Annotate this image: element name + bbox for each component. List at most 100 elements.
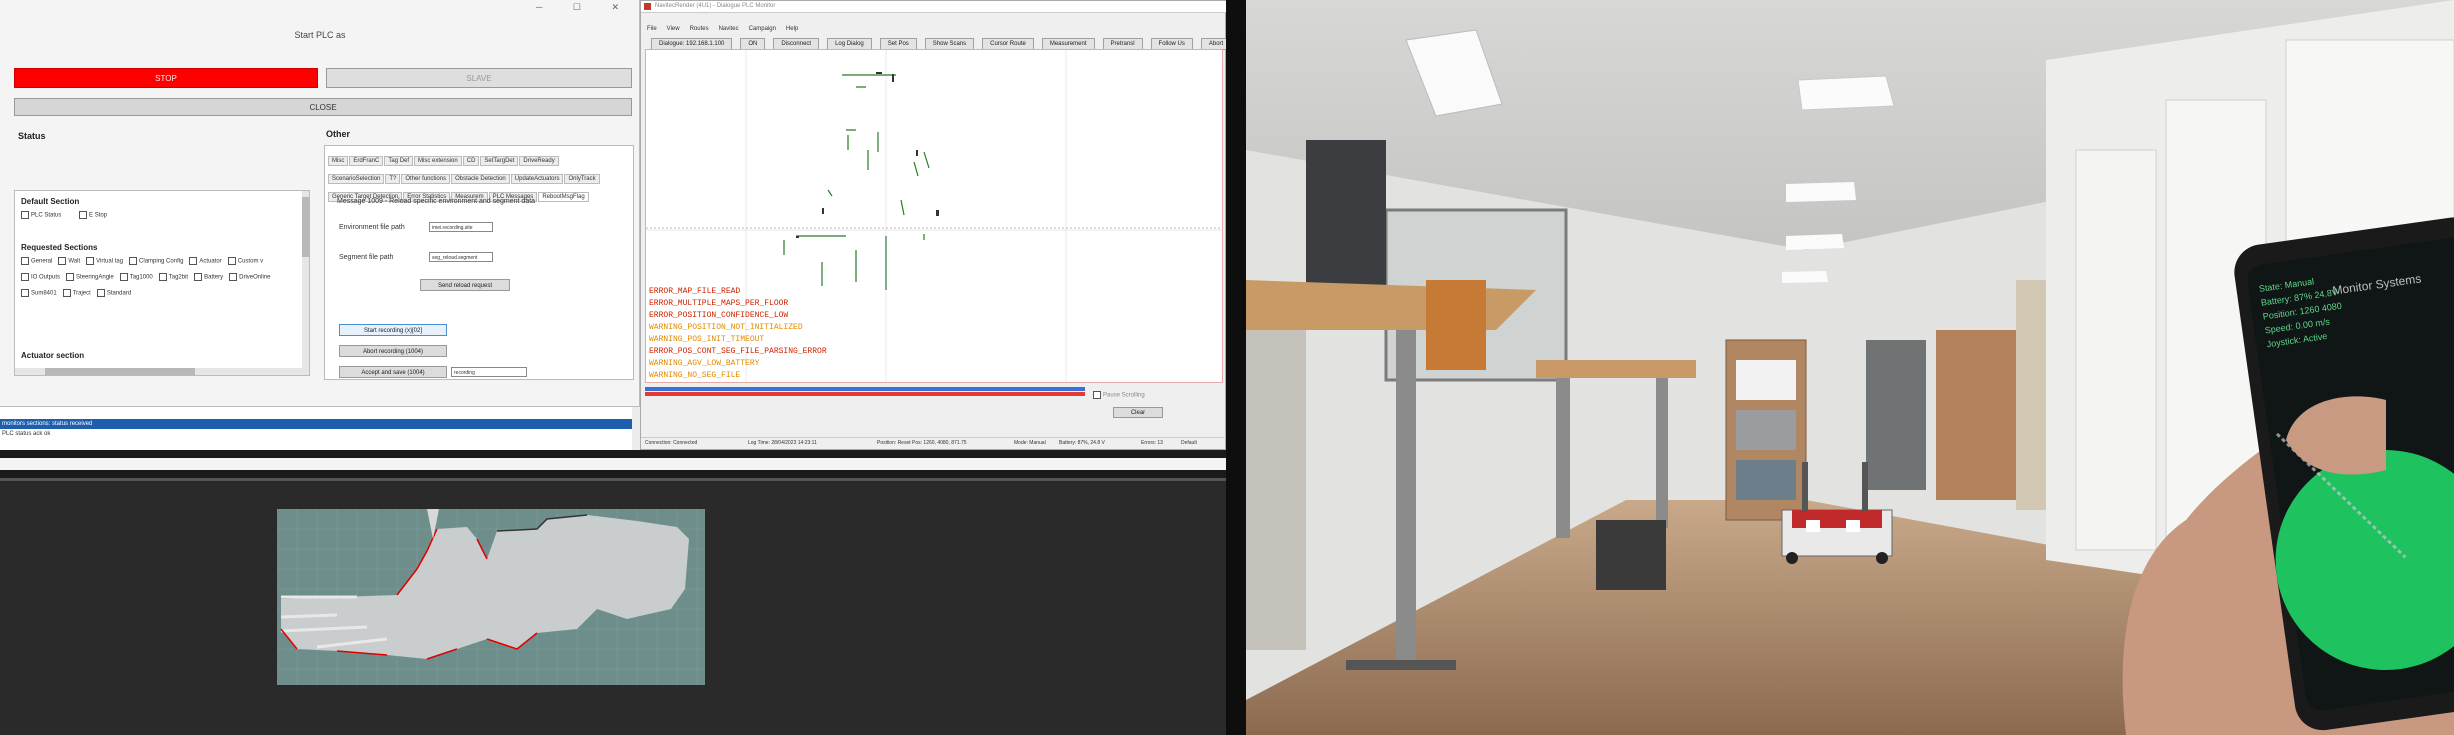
tab[interactable]: Other functions <box>401 174 451 184</box>
log-selected-row[interactable]: monitors sections: status received <box>0 419 632 429</box>
tab[interactable]: ErdFranC <box>349 156 384 166</box>
map-canvas[interactable]: ERROR_MAP_FILE_READ ERROR_MULTIPLE_MAPS_P… <box>645 49 1223 383</box>
actuator-section-heading: Actuator section <box>21 351 85 360</box>
tab[interactable]: Misc <box>328 156 349 166</box>
requested-section-checkbox[interactable]: IO Outputs <box>21 273 60 281</box>
office-photo: Monitor Systems State: Manual Battery: 87… <box>1246 0 2454 735</box>
checkbox[interactable] <box>96 289 105 297</box>
checkbox[interactable] <box>58 257 67 265</box>
requested-section-label: SteeringAngle <box>76 274 114 281</box>
requested-section-checkbox[interactable]: General <box>21 257 52 265</box>
checkbox[interactable] <box>1093 391 1101 399</box>
slave-button[interactable]: SLAVE <box>326 68 632 88</box>
accept-save-button[interactable]: Accept and save (1004) <box>339 366 447 378</box>
tab[interactable]: Misc extension <box>414 156 462 166</box>
checkbox[interactable] <box>79 211 88 219</box>
plc-title: Start PLC as <box>294 30 346 40</box>
requested-section-label: Custom v <box>237 258 264 265</box>
checkbox[interactable] <box>227 257 236 265</box>
thumb <box>2286 396 2386 475</box>
requested-sections-heading: Requested Sections <box>21 243 98 252</box>
checkbox[interactable] <box>129 257 138 265</box>
requested-section-label: Walt <box>68 258 81 265</box>
tab-row: Misc ErdFranC Tag Def Misc extension CD SetTa… <box>328 149 632 167</box>
error-line: WARNING_AGV_LOW_BATTERY <box>649 359 760 368</box>
pause-label: Pause Scrolling <box>1103 392 1145 399</box>
requested-section-checkbox[interactable]: Traject <box>62 289 91 297</box>
requested-section-checkbox[interactable]: Virtual tag <box>86 257 123 265</box>
status-bar: Connection: Connected Log Time: 28/04/20… <box>641 437 1227 449</box>
abort-recording-button[interactable]: Abort recording (1004) <box>339 345 447 357</box>
status-hscrollbar[interactable] <box>15 368 304 375</box>
pause-scrolling-checkbox[interactable]: Pause Scrolling <box>1093 391 1145 399</box>
window-controls[interactable]: ─ ☐ ✕ <box>536 2 633 13</box>
checkbox[interactable] <box>21 257 29 265</box>
requested-section-label: Battery <box>204 274 224 281</box>
environment-label: Environment file path <box>339 224 405 231</box>
requested-section-checkbox[interactable]: Battery <box>194 273 223 281</box>
status-battery: Battery: 87%, 24.8 V <box>1059 440 1105 446</box>
checkbox[interactable] <box>86 257 95 265</box>
requested-section-label: Sum8401 <box>31 290 57 297</box>
tab[interactable]: UpdateActuators <box>510 174 564 184</box>
toolbar: Dialogue: 192.168.1.100 ON Disconnect Log D… <box>651 32 1239 50</box>
tab[interactable]: T? <box>385 174 401 184</box>
status-scrollbar[interactable] <box>302 191 309 375</box>
requested-sections-grid: General Walt Virtual tag Clamping Config Act… <box>21 257 309 305</box>
tab[interactable]: ScenarioSelection <box>328 174 385 184</box>
error-line: ERROR_POS_CONT_SEG_FILE_PARSING_ERROR <box>649 347 827 356</box>
progress-bar-blue <box>645 387 1085 391</box>
recording-name-input[interactable]: recording <box>451 367 527 377</box>
checkbox[interactable] <box>66 273 75 281</box>
viewer-window: NavitecRender (4U1) - Dialogue PLC Monit… <box>640 0 1232 450</box>
requested-section-checkbox[interactable]: Sum8401 <box>21 289 57 297</box>
tab[interactable]: SetTargDet <box>480 156 519 166</box>
checkbox[interactable] <box>158 273 167 281</box>
checkbox[interactable] <box>62 289 71 297</box>
error-line: ERROR_POSITION_CONFIDENCE_LOW <box>649 311 789 320</box>
stop-button[interactable]: STOP <box>14 68 318 88</box>
checkbox[interactable] <box>189 257 198 265</box>
tab-strip: Misc ErdFranC Tag Def Misc extension CD SetTa… <box>328 149 632 203</box>
status-log-time: Log Time: 28/04/2023 14:23:11 <box>748 440 817 446</box>
start-recording-button[interactable]: Start recording (x)[02] <box>339 324 447 336</box>
window-divider <box>0 450 1226 478</box>
tab[interactable]: OnlyTrack <box>564 174 600 184</box>
checkbox[interactable] <box>229 273 238 281</box>
segment-path-input[interactable]: seg_reload.segment <box>429 252 493 262</box>
close-button[interactable]: CLOSE <box>14 98 632 116</box>
office-scene: Monitor Systems <box>1246 0 2454 735</box>
requested-section-checkbox[interactable]: Tag2bit <box>158 273 188 281</box>
checkbox[interactable] <box>119 273 128 281</box>
environment-path-input[interactable]: imei.recording.site <box>429 222 493 232</box>
requested-section-checkbox[interactable]: Actuator <box>189 257 222 265</box>
check-label: PLC Status <box>31 212 62 219</box>
requested-section-checkbox[interactable]: Custom v <box>227 257 264 265</box>
tab[interactable]: Tag Def <box>384 156 414 166</box>
requested-section-label: IO Outputs <box>31 274 61 281</box>
requested-section-checkbox[interactable]: Walt <box>58 257 80 265</box>
requested-section-label: General <box>31 258 53 265</box>
requested-section-checkbox[interactable]: Clamping Config <box>129 257 183 265</box>
requested-section-checkbox[interactable]: SteeringAngle <box>66 273 114 281</box>
status-connection: Connection: Connected <box>645 440 698 446</box>
requested-section-checkbox[interactable]: Tag1000 <box>119 273 153 281</box>
send-reload-button[interactable]: Send reload request <box>420 279 510 291</box>
log-scrollbar[interactable] <box>632 407 640 451</box>
log-row[interactable]: PLC status ack ok <box>2 431 50 437</box>
tab[interactable]: CD <box>462 156 480 166</box>
checkbox[interactable] <box>21 211 29 219</box>
requested-section-checkbox[interactable]: Standard <box>96 289 131 297</box>
requested-section-checkbox[interactable]: DriveOnline <box>229 273 270 281</box>
tab[interactable]: RebootMsgFlag <box>538 192 589 202</box>
tab[interactable]: DriveReady <box>519 156 559 166</box>
plc-window: ─ ☐ ✕ Start PLC as STOP SLAVE CLOSE Stat… <box>0 0 640 451</box>
requested-section-label: DriveOnline <box>239 274 271 281</box>
checkbox[interactable] <box>194 273 203 281</box>
tab[interactable]: Obstacle Detection <box>451 174 510 184</box>
occupancy-map[interactable] <box>277 509 705 685</box>
occupancy-map-window <box>0 478 1226 735</box>
checkbox[interactable] <box>21 289 29 297</box>
checkbox[interactable] <box>21 273 29 281</box>
clear-button[interactable]: Clear <box>1113 407 1163 418</box>
